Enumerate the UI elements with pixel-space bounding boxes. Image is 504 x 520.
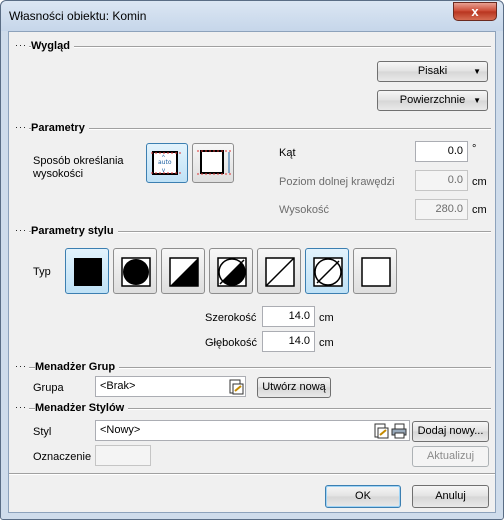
window-title: Własności obiektu: Komin: [9, 9, 147, 23]
footer-divider: [9, 473, 495, 475]
close-icon: x: [471, 4, 479, 19]
angle-input[interactable]: 0.0: [415, 141, 468, 162]
pens-label: Pisaki: [417, 65, 448, 77]
edit-document-icon[interactable]: [373, 423, 389, 439]
angle-label: Kąt: [279, 147, 296, 159]
type-label: Typ: [33, 266, 51, 278]
svg-text:^: ^: [162, 155, 165, 161]
height-input[interactable]: 280.0: [415, 199, 468, 220]
empty-square-icon: [361, 257, 391, 287]
type-solid-square-button[interactable]: [65, 248, 109, 294]
svg-text:v: v: [162, 168, 165, 174]
title-bar[interactable]: Własności obiektu: Komin x: [1, 1, 503, 31]
height-method-label: Sposób określania: [33, 155, 124, 167]
depth-label: Głębokość: [205, 337, 257, 349]
section-grip-icon: ···: [15, 40, 27, 50]
edit-document-icon[interactable]: [228, 379, 244, 395]
bottom-level-input[interactable]: 0.0: [415, 170, 468, 191]
section-title-appearance: Wygląd: [31, 40, 74, 52]
print-icon[interactable]: [391, 423, 407, 439]
diagonal-square-icon: [265, 257, 295, 287]
depth-unit: cm: [319, 337, 334, 349]
height-auto-button[interactable]: auto ^ v: [146, 143, 188, 183]
pens-dropdown[interactable]: Pisaki ▼: [377, 61, 488, 82]
type-half-square-button[interactable]: [161, 248, 205, 294]
close-button[interactable]: x: [453, 2, 497, 21]
height-manual-icon: [197, 150, 231, 175]
height-unit: cm: [472, 204, 487, 216]
dialog-body: ··· Wygląd Pisaki ▼ Powierzchnie ▼ ··· P…: [8, 31, 496, 513]
solid-circle-icon: [121, 257, 151, 287]
type-diag-circle-button[interactable]: [305, 248, 349, 294]
width-label: Szerokość: [205, 312, 257, 324]
section-title-style-params: Parametry stylu: [31, 225, 118, 237]
height-label: Wysokość: [279, 204, 330, 216]
dialog-window: Własności obiektu: Komin x ··· Wygląd Pi…: [0, 0, 504, 520]
angle-unit: °: [472, 143, 477, 155]
section-grip-icon: ···: [15, 402, 27, 412]
bottom-level-unit: cm: [472, 176, 487, 188]
section-title-style-manager: Menadżer Stylów: [35, 402, 129, 414]
half-diagonal-circle-icon: [217, 257, 247, 287]
height-auto-icon: auto ^ v: [151, 151, 183, 175]
style-field[interactable]: <Nowy>: [95, 420, 410, 441]
update-button[interactable]: Aktualizuj: [412, 446, 489, 467]
group-field[interactable]: <Brak>: [95, 376, 246, 397]
section-grip-icon: ···: [15, 122, 27, 132]
chevron-down-icon: ▼: [473, 96, 481, 105]
height-method-label-2: wysokości: [33, 168, 84, 180]
svg-text:auto: auto: [158, 159, 172, 166]
type-empty-square-button[interactable]: [353, 248, 397, 294]
designation-label: Oznaczenie: [33, 451, 92, 463]
diagonal-circle-icon: [313, 257, 343, 287]
section-grip-icon: ···: [15, 361, 27, 371]
section-title-parameters: Parametry: [31, 122, 89, 134]
section-title-group-manager: Menadżer Grup: [35, 361, 120, 373]
ok-button[interactable]: OK: [325, 485, 401, 508]
add-style-button[interactable]: Dodaj nowy...: [412, 421, 489, 442]
chevron-down-icon: ▼: [473, 67, 481, 76]
style-label: Styl: [33, 426, 52, 438]
height-manual-button[interactable]: [192, 143, 234, 183]
group-label: Grupa: [33, 382, 64, 394]
create-group-button[interactable]: Utwórz nową: [257, 377, 331, 398]
solid-square-icon: [74, 258, 102, 286]
type-solid-circle-button[interactable]: [113, 248, 157, 294]
divider: [29, 46, 491, 48]
divider: [29, 128, 491, 130]
surfaces-label: Powierzchnie: [399, 94, 466, 106]
type-diag-square-button[interactable]: [257, 248, 301, 294]
cancel-button[interactable]: Anuluj: [412, 485, 489, 508]
bottom-level-label: Poziom dolnej krawędzi: [279, 176, 395, 188]
designation-field[interactable]: [95, 445, 151, 466]
type-half-circle-button[interactable]: [209, 248, 253, 294]
width-unit: cm: [319, 312, 334, 324]
depth-input[interactable]: 14.0: [262, 331, 315, 352]
section-grip-icon: ···: [15, 225, 27, 235]
half-diagonal-square-icon: [169, 257, 199, 287]
width-input[interactable]: 14.0: [262, 306, 315, 327]
surfaces-dropdown[interactable]: Powierzchnie ▼: [377, 90, 488, 111]
